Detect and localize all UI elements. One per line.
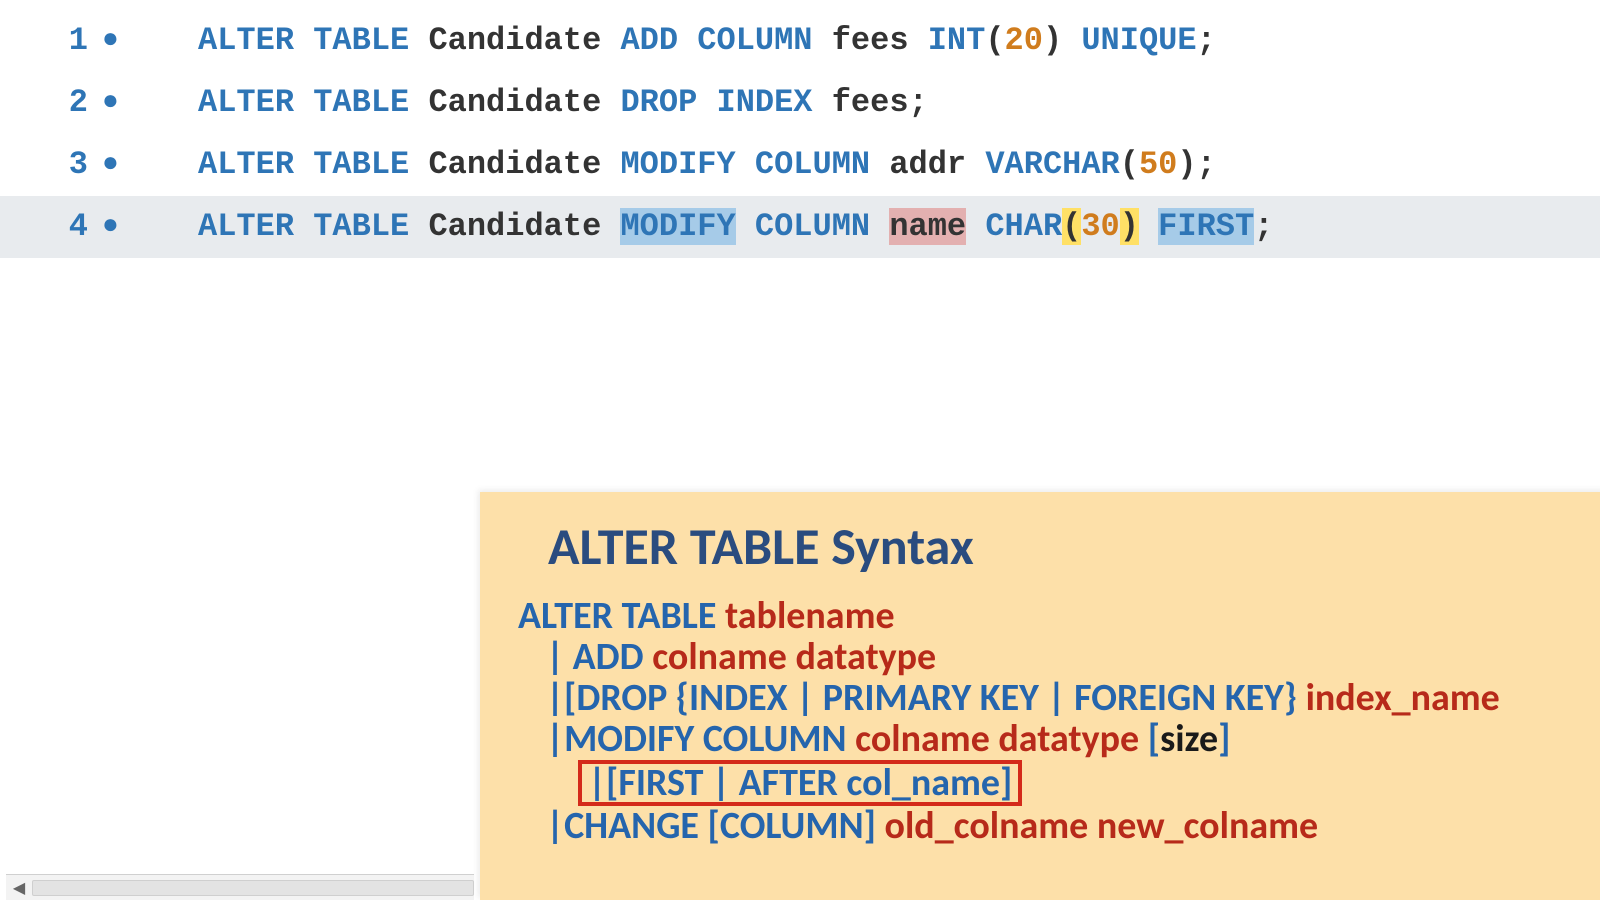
code-area[interactable]: 1 ● ALTER TABLE Candidate ADD COLUMN fee… [0, 0, 1600, 258]
syntax-fragment: |[ [546, 675, 576, 721]
syntax-fragment: | [546, 803, 564, 849]
keyword: ADD [620, 22, 678, 59]
paren: ( [985, 22, 1004, 59]
keyword-highlight: MODIFY [620, 208, 735, 245]
syntax-row: |[DROP {INDEX | PRIMARY KEY | FOREIGN KE… [518, 678, 1572, 719]
code-text[interactable]: ALTER TABLE Candidate ADD COLUMN fees IN… [148, 10, 1600, 72]
syntax-fragment: size [1160, 716, 1218, 762]
datatype: VARCHAR [985, 146, 1119, 183]
syntax-fragment: colname datatype [855, 716, 1148, 762]
syntax-fragment: MODIFY COLUMN [564, 716, 855, 762]
syntax-fragment: ADD [573, 634, 653, 680]
code-line[interactable]: 3 ● ALTER TABLE Candidate MODIFY COLUMN … [0, 134, 1600, 196]
keyword-highlight: FIRST [1158, 208, 1254, 245]
line-number: 2 [0, 72, 98, 134]
semicolon: ; [909, 84, 928, 121]
breakpoint-icon[interactable]: ● [98, 134, 148, 196]
paren-match: ) [1120, 208, 1139, 245]
syntax-fragment: CHANGE [COLUMN] [564, 803, 884, 849]
syntax-fragment: ] [1218, 716, 1230, 762]
identifier: Candidate [428, 208, 601, 245]
syntax-fragment: | [546, 716, 564, 762]
scroll-left-icon[interactable]: ◀ [6, 875, 32, 900]
code-text[interactable]: ALTER TABLE Candidate MODIFY COLUMN addr… [148, 134, 1600, 196]
horizontal-scrollbar[interactable]: ◀ [6, 874, 474, 900]
syntax-help-popup: ALTER TABLE Syntax ALTER TABLE tablename… [480, 492, 1600, 900]
syntax-fragment: | [546, 634, 573, 680]
semicolon: ; [1197, 146, 1216, 183]
syntax-row: | ADD colname datatype [518, 637, 1572, 678]
code-text[interactable]: ALTER TABLE Candidate DROP INDEX fees; [148, 72, 1600, 134]
syntax-fragment-highlight: |[FIRST | AFTER col_name] [578, 760, 1022, 806]
keyword: TABLE [313, 22, 409, 59]
line-number: 1 [0, 10, 98, 72]
keyword: ALTER [198, 22, 294, 59]
syntax-fragment: ALTER TABLE [518, 593, 725, 639]
paren-match: ( [1062, 208, 1081, 245]
syntax-row: ALTER TABLE tablename [518, 596, 1572, 637]
number: 30 [1081, 208, 1119, 245]
keyword: DROP [620, 84, 697, 121]
sql-editor[interactable]: 1 ● ALTER TABLE Candidate ADD COLUMN fee… [0, 0, 1600, 900]
scrollbar-track[interactable] [32, 880, 474, 896]
syntax-row-boxed: |[FIRST | AFTER col_name] [518, 760, 1572, 806]
code-line[interactable]: 2 ● ALTER TABLE Candidate DROP INDEX fee… [0, 72, 1600, 134]
keyword: INDEX [716, 84, 812, 121]
keyword: UNIQUE [1081, 22, 1196, 59]
line-number: 3 [0, 134, 98, 196]
keyword: TABLE [313, 146, 409, 183]
keyword: TABLE [313, 208, 409, 245]
keyword: TABLE [313, 84, 409, 121]
keyword: COLUMN [697, 22, 812, 59]
identifier: Candidate [428, 22, 601, 59]
line-number: 4 [0, 196, 98, 258]
datatype: CHAR [985, 208, 1062, 245]
identifier: Candidate [428, 146, 601, 183]
semicolon: ; [1197, 22, 1216, 59]
identifier: fees [832, 84, 909, 121]
identifier: Candidate [428, 84, 601, 121]
keyword: COLUMN [755, 208, 870, 245]
paren: ( [1120, 146, 1139, 183]
breakpoint-icon[interactable]: ● [98, 72, 148, 134]
breakpoint-icon[interactable]: ● [98, 10, 148, 72]
syntax-fragment: DROP {INDEX | PRIMARY KEY | FOREIGN KEY} [576, 675, 1305, 721]
code-line[interactable]: 1 ● ALTER TABLE Candidate ADD COLUMN fee… [0, 10, 1600, 72]
number: 50 [1139, 146, 1177, 183]
syntax-fragment: old_colname new_colname [885, 803, 1319, 849]
keyword: ALTER [198, 146, 294, 183]
keyword: COLUMN [755, 146, 870, 183]
syntax-fragment: [ [1148, 716, 1160, 762]
syntax-body: ALTER TABLE tablename | ADD colname data… [518, 596, 1572, 847]
datatype: INT [928, 22, 986, 59]
syntax-fragment: tablename [725, 593, 895, 639]
paren: ) [1177, 146, 1196, 183]
semicolon: ; [1254, 208, 1273, 245]
code-text[interactable]: ALTER TABLE Candidate MODIFY COLUMN name… [148, 196, 1600, 258]
syntax-row: |CHANGE [COLUMN] old_colname new_colname [518, 806, 1572, 847]
identifier-highlight: name [889, 208, 966, 245]
syntax-row: |MODIFY COLUMN colname datatype [size] [518, 719, 1572, 760]
number: 20 [1005, 22, 1043, 59]
keyword: MODIFY [620, 146, 735, 183]
identifier: addr [889, 146, 966, 183]
identifier: fees [832, 22, 909, 59]
breakpoint-icon[interactable]: ● [98, 196, 148, 258]
popup-title: ALTER TABLE Syntax [548, 514, 1572, 578]
keyword: ALTER [198, 84, 294, 121]
paren: ) [1043, 22, 1062, 59]
syntax-fragment: index_name [1306, 675, 1500, 721]
keyword: ALTER [198, 208, 294, 245]
code-line-current[interactable]: 4 ● ALTER TABLE Candidate MODIFY COLUMN … [0, 196, 1600, 258]
syntax-fragment: colname datatype [652, 634, 936, 680]
